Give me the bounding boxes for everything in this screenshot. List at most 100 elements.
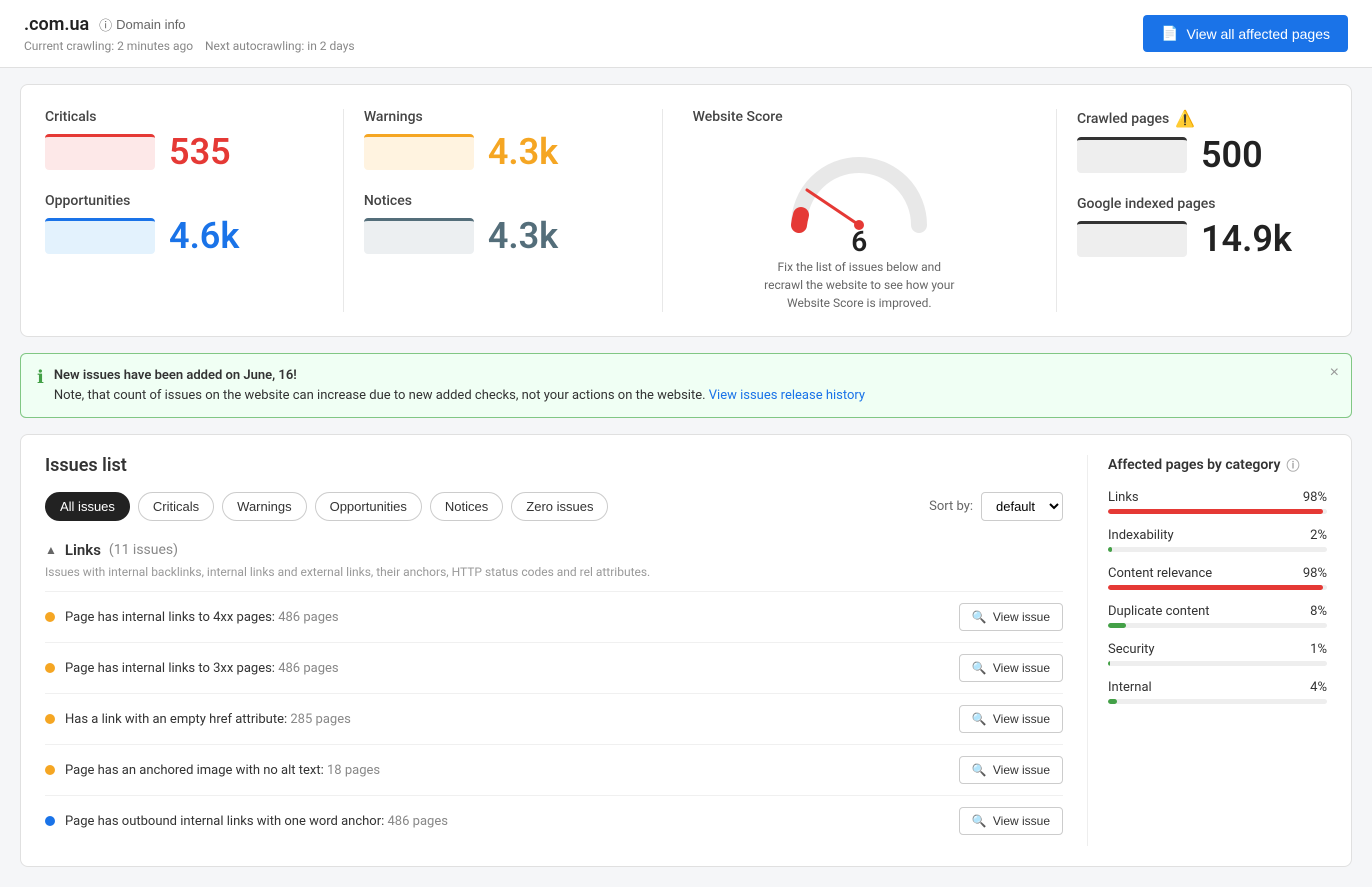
- notice-body: Note, that count of issues on the websit…: [54, 388, 706, 403]
- view-issue-label: View issue: [993, 763, 1050, 777]
- crawled-bar-value: 500: [1077, 134, 1327, 176]
- list-item: Content relevance 98%: [1108, 566, 1327, 590]
- table-row: Page has internal links to 3xx pages: 48…: [45, 642, 1063, 693]
- issues-section: Issues list All issues Criticals Warning…: [20, 434, 1352, 867]
- opportunities-label: Opportunities: [45, 193, 323, 209]
- document-icon: 📄: [1161, 25, 1178, 42]
- crawled-pages-label: Crawled pages: [1077, 111, 1169, 127]
- notices-metric: Notices 4.3k: [364, 193, 642, 257]
- category-name: Links: [65, 541, 101, 559]
- warning-triangle-icon: ⚠️: [1175, 109, 1195, 128]
- cat-internal-pct: 4%: [1310, 680, 1327, 695]
- view-all-label: View all affected pages: [1187, 26, 1330, 42]
- domain-info-label: Domain info: [116, 17, 185, 32]
- cat-indexability-row: Indexability 2%: [1108, 528, 1327, 543]
- criticals-metric: Criticals 535: [45, 109, 323, 173]
- view-issue-button-3[interactable]: 🔍 View issue: [959, 705, 1063, 733]
- google-bar: [1077, 221, 1187, 257]
- view-all-affected-button[interactable]: 📄 View all affected pages: [1143, 15, 1348, 52]
- sort-label: Sort by:: [929, 499, 973, 514]
- warning-dot-icon: [45, 714, 55, 724]
- domain-info-button[interactable]: ⓘ Domain info: [99, 15, 185, 34]
- domain-name: .com.ua: [24, 14, 89, 35]
- info-circle-icon: ⓘ: [99, 15, 112, 34]
- crawled-bar: [1077, 137, 1187, 173]
- filter-opportunities[interactable]: Opportunities: [315, 492, 422, 521]
- warnings-metric: Warnings 4.3k: [364, 109, 642, 173]
- view-issue-button-5[interactable]: 🔍 View issue: [959, 807, 1063, 835]
- notice-banner: ℹ New issues have been added on June, 16…: [20, 353, 1352, 418]
- view-issue-label: View issue: [993, 814, 1050, 828]
- filter-notices[interactable]: Notices: [430, 492, 503, 521]
- left-metrics: Criticals 535 Opportunities 4.6k: [45, 109, 323, 312]
- google-indexed-label: Google indexed pages: [1077, 196, 1327, 212]
- category-desc: Issues with internal backlinks, internal…: [45, 565, 1063, 579]
- website-score-section: Website Score 6 Fix the list of issues b…: [683, 109, 1036, 312]
- gauge-wrapper: 6: [779, 135, 939, 258]
- cat-indexability-name: Indexability: [1108, 528, 1174, 543]
- issues-main: Issues list All issues Criticals Warning…: [45, 455, 1063, 846]
- google-indexed-value: 14.9k: [1201, 218, 1292, 260]
- issue-text-5: Page has outbound internal links with on…: [65, 814, 949, 829]
- filter-criticals[interactable]: Criticals: [138, 492, 214, 521]
- notice-text: New issues have been added on June, 16! …: [54, 366, 865, 405]
- filter-all-issues[interactable]: All issues: [45, 492, 130, 521]
- sort-select[interactable]: default: [981, 492, 1063, 521]
- filter-warnings[interactable]: Warnings: [222, 492, 306, 521]
- table-row: Page has outbound internal links with on…: [45, 795, 1063, 846]
- notice-link[interactable]: View issues release history: [709, 388, 865, 403]
- cat-content-row: Content relevance 98%: [1108, 566, 1327, 581]
- notice-title: New issues have been added on June, 16!: [54, 368, 297, 383]
- view-issue-button-4[interactable]: 🔍 View issue: [959, 756, 1063, 784]
- cat-security-pct: 1%: [1310, 642, 1327, 657]
- cat-links-pct: 98%: [1303, 490, 1327, 505]
- info-icon: ℹ: [37, 367, 44, 388]
- issue-text-3: Has a link with an empty href attribute:…: [65, 712, 949, 727]
- criticals-bar: [45, 134, 155, 170]
- list-item: Duplicate content 8%: [1108, 604, 1327, 628]
- cat-internal-bar: [1108, 699, 1327, 704]
- list-item: Indexability 2%: [1108, 528, 1327, 552]
- criticals-value: 535: [169, 131, 231, 173]
- notice-dot-icon: [45, 816, 55, 826]
- cat-duplicate-bar: [1108, 623, 1327, 628]
- search-icon: 🔍: [972, 712, 987, 726]
- issue-text-2: Page has internal links to 3xx pages: 48…: [65, 661, 949, 676]
- view-issue-button-2[interactable]: 🔍 View issue: [959, 654, 1063, 682]
- cat-content-bar: [1108, 585, 1327, 590]
- warnings-bar: [364, 134, 474, 170]
- close-button[interactable]: ×: [1330, 364, 1339, 382]
- website-score-value: 6: [851, 225, 867, 258]
- cat-internal-name: Internal: [1108, 680, 1152, 695]
- google-indexed-metric: Google indexed pages 14.9k: [1077, 196, 1327, 260]
- view-issue-label: View issue: [993, 661, 1050, 675]
- cat-links-name: Links: [1108, 490, 1139, 505]
- view-issue-label: View issue: [993, 610, 1050, 624]
- cat-duplicate-row: Duplicate content 8%: [1108, 604, 1327, 619]
- domain-info-section: .com.ua ⓘ Domain info Current crawling: …: [24, 14, 355, 53]
- crawled-pages-value: 500: [1201, 134, 1263, 176]
- chevron-up-icon: ▲: [45, 543, 57, 557]
- cat-security-name: Security: [1108, 642, 1155, 657]
- issue-text-1: Page has internal links to 4xx pages: 48…: [65, 610, 949, 625]
- cat-indexability-bar: [1108, 547, 1327, 552]
- view-issue-button-1[interactable]: 🔍 View issue: [959, 603, 1063, 631]
- list-item: Links 98%: [1108, 490, 1327, 514]
- crawling-status: Current crawling: 2 minutes ago: [24, 39, 193, 53]
- opportunities-bar-value: 4.6k: [45, 215, 323, 257]
- table-row: Has a link with an empty href attribute:…: [45, 693, 1063, 744]
- website-score-label: Website Score: [693, 109, 783, 125]
- filter-zero-issues[interactable]: Zero issues: [511, 492, 608, 521]
- warning-dot-icon: [45, 663, 55, 673]
- warnings-value: 4.3k: [488, 131, 558, 173]
- criticals-bar-value: 535: [45, 131, 323, 173]
- search-icon: 🔍: [972, 661, 987, 675]
- next-crawl: Next autocrawling: in 2 days: [205, 39, 355, 53]
- list-item: Internal 4%: [1108, 680, 1327, 704]
- warnings-bar-value: 4.3k: [364, 131, 642, 173]
- metrics-section: Criticals 535 Opportunities 4.6k Warning…: [20, 84, 1352, 337]
- info-icon[interactable]: ⓘ: [1286, 455, 1299, 474]
- notices-value: 4.3k: [488, 215, 558, 257]
- cat-duplicate-name: Duplicate content: [1108, 604, 1210, 619]
- filter-tabs: All issues Criticals Warnings Opportunit…: [45, 492, 1063, 521]
